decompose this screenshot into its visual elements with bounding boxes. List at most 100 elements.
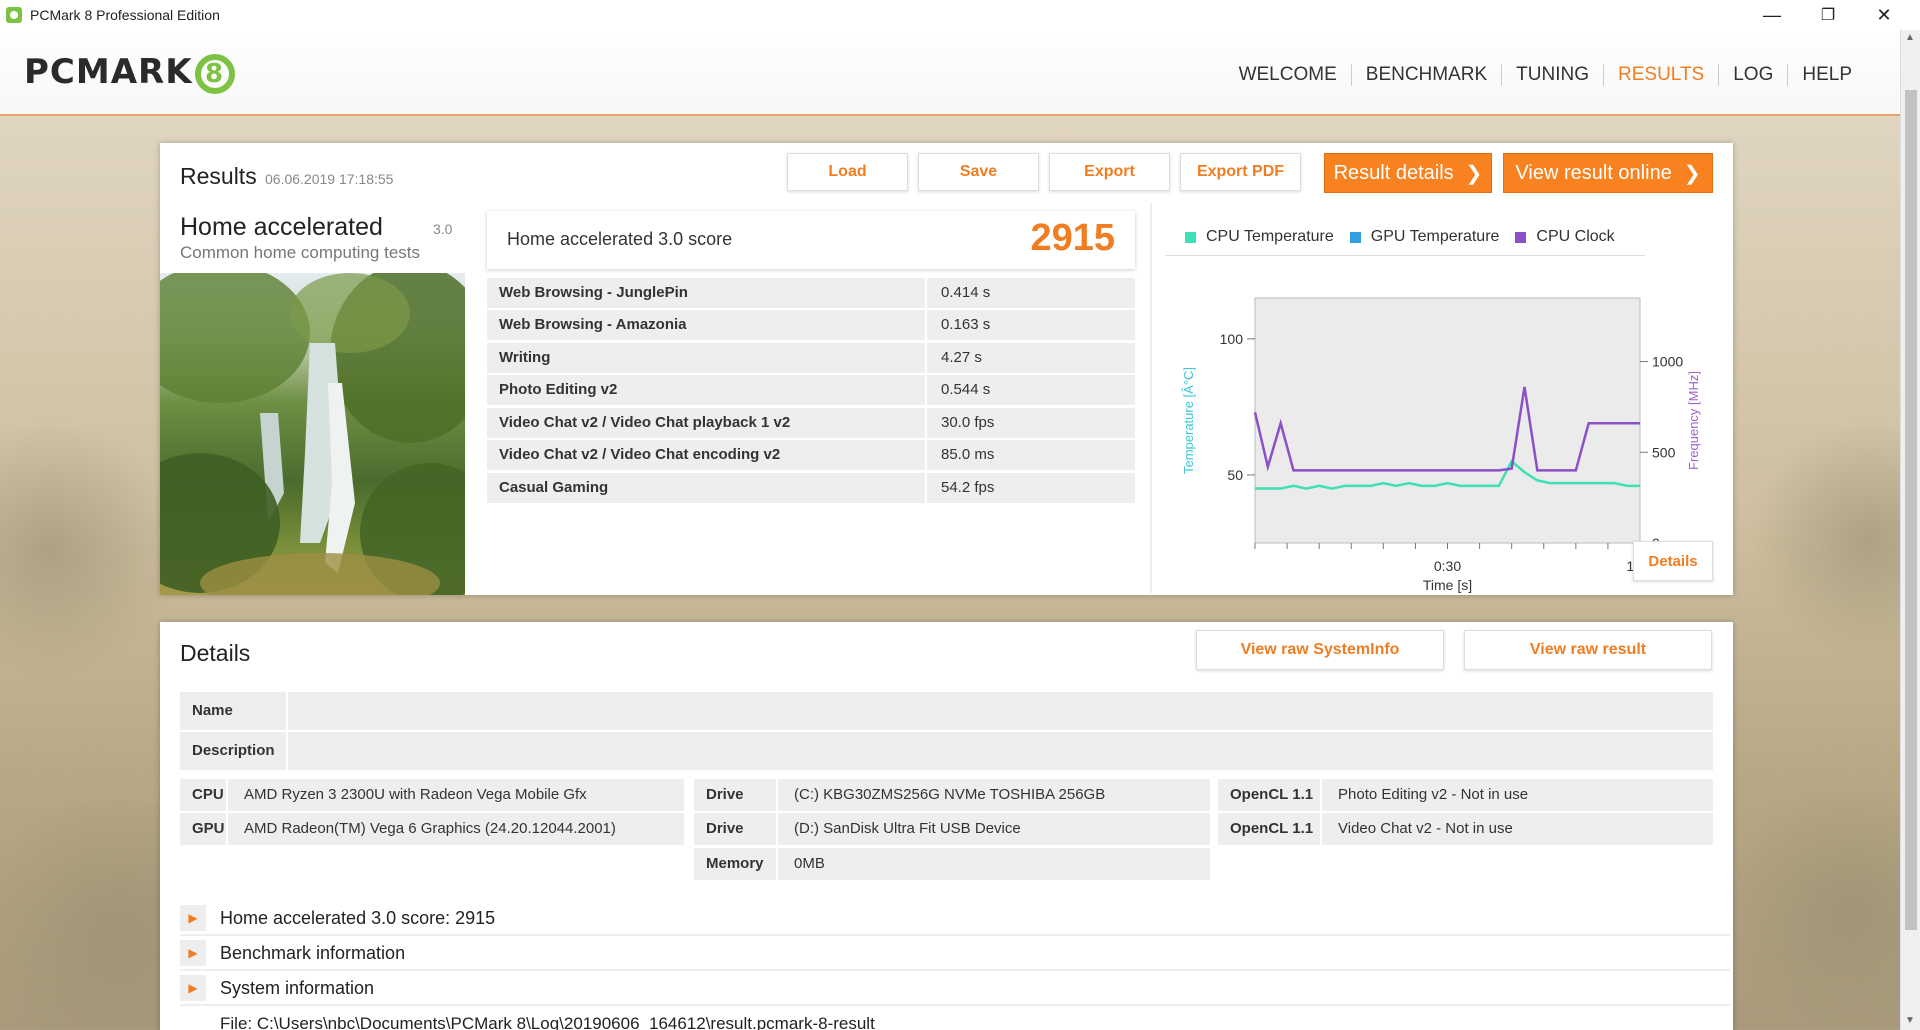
subscore-row: Web Browsing - Amazonia 0.163 s bbox=[487, 310, 1135, 340]
legend-item: GPU Temperature bbox=[1349, 228, 1500, 246]
opencl-value: Photo Editing v2 - Not in use bbox=[1338, 786, 1529, 803]
chevron-right-icon: ❯ bbox=[1465, 162, 1483, 185]
scrollbar-thumb[interactable] bbox=[1905, 90, 1917, 930]
results-title: Results bbox=[180, 163, 257, 189]
section-label: System information bbox=[220, 977, 375, 998]
subscore-value: 54.2 fps bbox=[941, 479, 995, 496]
view-raw-result-button[interactable]: View raw result bbox=[1464, 630, 1712, 670]
result-file-path: File: C:\Users\nbc\Documents\PCMark 8\Lo… bbox=[220, 1014, 875, 1030]
subscore-value: 85.0 ms bbox=[941, 446, 995, 463]
results-date: 06.06.2019 17:18:55 bbox=[265, 171, 394, 187]
view-result-online-button[interactable]: View result online ❯ bbox=[1503, 153, 1713, 193]
score-label: Home accelerated 3.0 score bbox=[507, 229, 733, 249]
legend-swatch bbox=[1185, 231, 1196, 243]
details-panel: Details View raw SystemInfo View raw res… bbox=[160, 622, 1733, 1030]
result-details-label: Result details bbox=[1333, 161, 1454, 184]
background-tree bbox=[1720, 780, 1920, 1030]
main-nav: WELCOME BENCHMARK TUNING RESULTS LOG HEL… bbox=[1225, 64, 1866, 86]
vertical-scrollbar[interactable]: ▲ ▼ bbox=[1900, 30, 1920, 1030]
nav-help[interactable]: HELP bbox=[1787, 64, 1866, 86]
legend-item: CPU Clock bbox=[1515, 228, 1615, 246]
cpu-value: AMD Ryzen 3 2300U with Radeon Vega Mobil… bbox=[244, 786, 587, 803]
section-benchmark-info[interactable]: ▶ Benchmark information bbox=[180, 937, 1730, 971]
subscore-row: Video Chat v2 / Video Chat encoding v2 85… bbox=[487, 440, 1135, 470]
description-value bbox=[288, 732, 304, 770]
subscore-value: 4.27 s bbox=[941, 349, 982, 366]
chevron-right-icon: ❯ bbox=[1683, 162, 1701, 185]
chart-details-button[interactable]: Details bbox=[1633, 541, 1713, 581]
x-tick-label: 0:30 bbox=[1434, 558, 1461, 574]
subscore-value: 0.163 s bbox=[941, 316, 991, 333]
export-button[interactable]: Export bbox=[1049, 153, 1170, 191]
name-label: Name bbox=[180, 692, 288, 730]
expand-arrow-icon[interactable]: ▶ bbox=[180, 975, 206, 1001]
pcmark-logo: PCMARK 8 bbox=[24, 52, 235, 94]
subscore-name: Video Chat v2 / Video Chat playback 1 v2 bbox=[487, 408, 927, 438]
result-details-button[interactable]: Result details ❯ bbox=[1324, 153, 1492, 193]
nav-welcome[interactable]: WELCOME bbox=[1225, 64, 1351, 86]
subscore-row: Photo Editing v2 0.544 s bbox=[487, 375, 1135, 405]
section-system-info[interactable]: ▶ System information bbox=[180, 972, 1730, 1006]
test-version: 3.0 bbox=[433, 221, 453, 237]
expand-arrow-icon[interactable]: ▶ bbox=[180, 905, 206, 931]
load-button[interactable]: Load bbox=[787, 153, 908, 191]
scroll-up-icon[interactable]: ▲ bbox=[1905, 32, 1915, 43]
drive-label: Drive bbox=[694, 813, 778, 845]
gpu-value: AMD Radeon(TM) Vega 6 Graphics (24.20.12… bbox=[244, 820, 616, 837]
section-label: Benchmark information bbox=[220, 942, 406, 963]
subscore-value: 0.544 s bbox=[941, 381, 991, 398]
window-title: PCMark 8 Professional Edition bbox=[30, 7, 220, 23]
name-row: Name bbox=[180, 692, 1713, 730]
panel-divider bbox=[1150, 203, 1152, 593]
close-button[interactable]: ✕ bbox=[1856, 0, 1912, 30]
y-right-tick-label: 1000 bbox=[1652, 354, 1683, 370]
opencl-value: Video Chat v2 - Not in use bbox=[1338, 820, 1513, 837]
legend-label: CPU Temperature bbox=[1206, 228, 1334, 245]
y-left-axis-label: Temperature [Â°C] bbox=[1181, 367, 1196, 474]
subscore-row: Casual Gaming 54.2 fps bbox=[487, 473, 1135, 503]
subscore-name: Writing bbox=[487, 343, 927, 373]
monitoring-chart: 10050100050000:301:00Time [s]Temperature… bbox=[1181, 297, 1701, 593]
section-score[interactable]: ▶ Home accelerated 3.0 score: 2915 bbox=[180, 902, 1730, 936]
view-raw-systeminfo-button[interactable]: View raw SystemInfo bbox=[1196, 630, 1444, 670]
subscore-name: Casual Gaming bbox=[487, 473, 927, 503]
plot-area bbox=[1254, 297, 1641, 544]
legend-label: CPU Clock bbox=[1536, 228, 1615, 245]
waterfall-picture bbox=[160, 273, 465, 595]
legend-label: GPU Temperature bbox=[1370, 228, 1500, 245]
score-value: 2915 bbox=[1030, 217, 1115, 259]
legend-swatch bbox=[1515, 231, 1527, 243]
subscore-name: Photo Editing v2 bbox=[487, 375, 927, 405]
subscore-row: Video Chat v2 / Video Chat playback 1 v2… bbox=[487, 408, 1135, 438]
test-subtitle: Common home computing tests bbox=[180, 243, 420, 262]
test-image-waterfall bbox=[160, 273, 465, 595]
drive-value: (C:) KBG30ZMS256G NVMe TOSHIBA 256GB bbox=[794, 786, 1106, 803]
logo-8-icon: 8 bbox=[194, 53, 235, 94]
legend-underline bbox=[1165, 255, 1645, 256]
expand-arrow-icon[interactable]: ▶ bbox=[180, 940, 206, 966]
drive-value: (D:) SanDisk Ultra Fit USB Device bbox=[794, 820, 1021, 837]
export-pdf-button[interactable]: Export PDF bbox=[1180, 153, 1301, 191]
x-axis-label: Time [s] bbox=[1423, 577, 1472, 593]
gpu-label: GPU bbox=[180, 813, 228, 845]
scroll-down-icon[interactable]: ▼ bbox=[1905, 1015, 1915, 1026]
y-left-tick-label: 100 bbox=[1220, 331, 1244, 347]
nav-tuning[interactable]: TUNING bbox=[1501, 64, 1603, 86]
memory-label: Memory bbox=[694, 848, 778, 880]
minimize-button[interactable]: — bbox=[1744, 0, 1800, 30]
restore-button[interactable]: ❐ bbox=[1800, 0, 1856, 30]
name-value bbox=[288, 692, 304, 730]
chart-legend: CPU Temperature GPU Temperature CPU Cloc… bbox=[1185, 228, 1631, 246]
nav-benchmark[interactable]: BENCHMARK bbox=[1350, 64, 1501, 86]
pcmark-app-icon bbox=[6, 7, 22, 23]
subscore-value: 0.414 s bbox=[941, 284, 991, 301]
opencl-row: OpenCL 1.1 Video Chat v2 - Not in use bbox=[1218, 813, 1713, 845]
gpu-row: GPU AMD Radeon(TM) Vega 6 Graphics (24.20… bbox=[180, 813, 684, 845]
nav-results[interactable]: RESULTS bbox=[1603, 64, 1718, 86]
drive-row: Drive (C:) KBG30ZMS256G NVMe TOSHIBA 256G… bbox=[694, 779, 1210, 811]
y-right-tick-label: 500 bbox=[1652, 444, 1676, 460]
save-button[interactable]: Save bbox=[918, 153, 1039, 191]
nav-log[interactable]: LOG bbox=[1718, 64, 1787, 86]
description-label: Description bbox=[180, 732, 288, 770]
opencl-label: OpenCL 1.1 bbox=[1218, 813, 1322, 845]
